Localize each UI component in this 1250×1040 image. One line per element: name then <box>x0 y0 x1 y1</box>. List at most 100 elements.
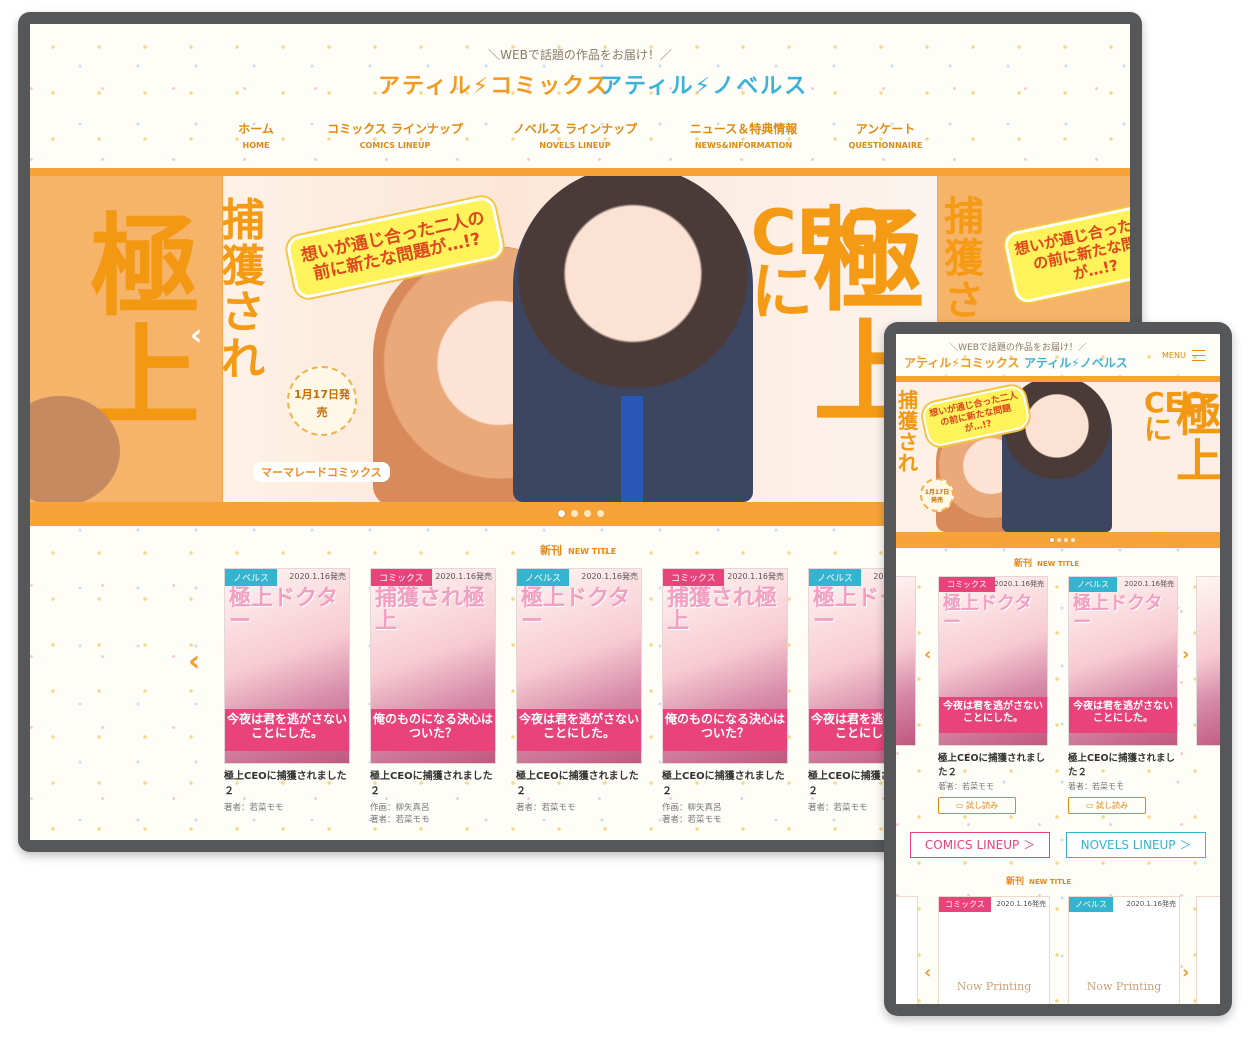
book-cover[interactable]: ノベルス 2020.1.16発売極上ドクター今夜は君を逃がさないことにした。 <box>516 568 642 764</box>
mobile-books-prev-arrow[interactable]: ‹ <box>924 644 931 665</box>
book-tag: ノベルス <box>1069 897 1113 912</box>
placeholder-card-partial[interactable] <box>1196 896 1220 1004</box>
hero-title-c: 捕獲され <box>223 195 265 385</box>
book-cover-band: 俺のものになる決心はついた？ <box>371 709 495 751</box>
mobile-books2-next-arrow[interactable]: › <box>1182 962 1189 983</box>
mobile-hero-title-a: 極上 <box>1176 388 1220 488</box>
book-author: 作画：柳矢真呂 <box>662 803 722 813</box>
book-card-partial[interactable] <box>896 576 916 746</box>
mobile-logo-novels[interactable]: アティル⚡ノベルス <box>1024 354 1128 371</box>
book-card[interactable]: コミックス 2020.1.16発売 極上ドクター 今夜は君を逃がさないことにした。 極上… <box>938 576 1048 814</box>
mobile-hero-pagination[interactable] <box>1050 538 1075 542</box>
trial-read-button[interactable]: ▭ 試し読み <box>1068 796 1146 814</box>
book-date: 2020.1.16発売 <box>1126 900 1176 908</box>
mobile-books2-prev-arrow[interactable]: ‹ <box>924 962 931 983</box>
book-title[interactable]: 極上CEOに捕獲されました２ <box>370 770 496 799</box>
book-date: 2020.1.16発売 <box>581 572 638 581</box>
book-card[interactable]: コミックス 2020.1.16発売 捕獲され極上 俺のものになる決心はついた？ 極上CE… <box>370 568 496 827</box>
hero-dot[interactable] <box>1050 538 1054 542</box>
hero-pagination[interactable] <box>558 510 604 517</box>
book-cover[interactable]: コミックス 2020.1.16発売 捕獲され極上 俺のものになる決心はついた？ <box>370 568 496 764</box>
mobile-hero-release-stamp: 1月17日発売 <box>920 478 954 512</box>
book-cover-title: 極上ドクター <box>943 593 1033 633</box>
hero-dot[interactable] <box>1064 538 1068 542</box>
book-cover-title: 捕獲され極上 <box>375 586 486 635</box>
book-icon: ▭ <box>1085 800 1097 810</box>
mobile-hero-carousel[interactable]: 想いが通じ合った二人の前に新たな問題が…!? 捕獲され CEOに 極上 1月17… <box>896 376 1220 548</box>
site-tagline: ＼WEBで話題の作品をお届け！／ <box>488 48 672 62</box>
book-title[interactable]: 極上CEOに捕獲されました２ <box>938 752 1048 780</box>
nav-questionnaire[interactable]: アンケート QUESTIONNAIRE <box>838 120 933 150</box>
trial-read-button[interactable]: ▭ 試し読み <box>938 796 1016 814</box>
book-cover-band: 今夜は君を逃がさないことにした。 <box>517 709 641 751</box>
hero-tie <box>621 396 643 502</box>
nav-novels-lineup[interactable]: ノベルス ラインナップ NOVELS LINEUP <box>500 120 650 150</box>
nav-sublabel: NOVELS LINEUP <box>539 141 611 150</box>
book-title[interactable]: 極上CEOに捕獲されました２ <box>516 770 642 799</box>
book-cover[interactable] <box>1196 576 1220 746</box>
nav-sublabel: QUESTIONNAIRE <box>848 141 923 150</box>
logo-comics[interactable]: アティル⚡コミックス <box>378 68 609 100</box>
nav-label: コミックス ラインナップ <box>327 122 463 136</box>
hero-release-stamp: 1月17日発売 <box>287 366 357 436</box>
hero-next-catchcopy: 想いが通じ合った二人の前に新たな問題が…!? <box>1002 199 1130 305</box>
book-cover[interactable]: ノベルス 2020.1.16発売極上ドクター今夜は君を逃がさないことにした。 <box>1068 576 1178 746</box>
mobile-logo-comics[interactable]: アティル⚡コミックス <box>904 354 1019 371</box>
hero-dot[interactable] <box>597 510 604 517</box>
placeholder-card[interactable]: ノベルス 2020.1.16発売 Now Printing <box>1068 896 1180 1004</box>
book-card[interactable]: ノベルス 2020.1.16発売極上ドクター今夜は君を逃がさないことにした。極上C… <box>224 568 350 815</box>
new-title-heading: 新刊 NEW TITLE <box>540 542 616 558</box>
nav-sublabel: HOME <box>242 141 270 150</box>
book-cover[interactable]: ノベルス 2020.1.16発売極上ドクター今夜は君を逃がさないことにした。 <box>224 568 350 764</box>
book-tag: ノベルス <box>1069 577 1117 592</box>
book-tag: ノベルス <box>517 569 570 586</box>
logo-novels[interactable]: アティル⚡ノベルス <box>600 68 808 100</box>
book-title[interactable]: 極上CEOに捕獲されました２ <box>224 770 350 799</box>
book-tag: コミックス <box>371 569 432 586</box>
hero-dot[interactable] <box>571 510 578 517</box>
placeholder-card-partial[interactable] <box>896 896 918 1004</box>
placeholder-card[interactable]: コミックス 2020.1.16発売 Now Printing <box>938 896 1050 1004</box>
book-title[interactable]: 極上CEOに捕獲されました２ <box>1068 752 1178 780</box>
nav-label: ノベルス ラインナップ <box>512 122 638 136</box>
book-card[interactable]: ノベルス 2020.1.16発売極上ドクター今夜は君を逃がさないことにした。極上C… <box>516 568 642 815</box>
novels-lineup-button[interactable]: NOVELS LINEUP ＞ <box>1066 832 1206 858</box>
book-card-partial[interactable] <box>1196 576 1220 746</box>
hero-prev-arrow[interactable]: ‹ <box>190 318 202 353</box>
book-cover[interactable]: コミックス 2020.1.16発売 極上ドクター 今夜は君を逃がさないことにした。 <box>938 576 1048 746</box>
hero-dot[interactable] <box>558 510 565 517</box>
mobile-hero-title-b: CEOに <box>1144 386 1208 446</box>
hero-dot[interactable] <box>1071 538 1075 542</box>
book-cover-title: 極上ドクター <box>1073 593 1163 633</box>
book-title[interactable]: 極上CEOに捕獲されました２ <box>662 770 788 799</box>
book-tag: コミックス <box>663 569 724 586</box>
mobile-new-title-heading: 新刊 NEW TITLE <box>1014 556 1079 569</box>
book-tag: ノベルス <box>225 569 278 586</box>
book-date: 2020.1.16発売 <box>996 900 1046 908</box>
comics-lineup-button[interactable]: COMICS LINEUP ＞ <box>910 832 1050 858</box>
book-cover[interactable] <box>896 576 916 746</box>
hero-prev-title: 極上 <box>90 203 200 441</box>
book-cover[interactable]: コミックス 2020.1.16発売 捕獲され極上 俺のものになる決心はついた？ <box>662 568 788 764</box>
nav-label: ニュース＆特典情報 <box>689 122 798 136</box>
nav-news[interactable]: ニュース＆特典情報 NEWS&INFORMATION <box>676 120 811 150</box>
hamburger-icon <box>1192 350 1206 361</box>
nav-home[interactable]: ホーム HOME <box>226 120 286 150</box>
trial-read-label: 試し読み <box>966 800 999 810</box>
books-prev-arrow[interactable]: ‹ <box>188 644 200 679</box>
book-cover-band: 今夜は君を逃がさないことにした。 <box>939 697 1047 733</box>
nav-sublabel: NEWS&INFORMATION <box>694 141 793 150</box>
book-cover-band: 今夜は君を逃がさないことにした。 <box>1069 697 1177 733</box>
nav-label: アンケート <box>855 122 916 136</box>
book-card[interactable]: ノベルス 2020.1.16発売極上ドクター今夜は君を逃がさないことにした。極上C… <box>1068 576 1178 814</box>
book-cover-title: 極上ドクター <box>521 586 631 635</box>
hero-dot[interactable] <box>1057 538 1061 542</box>
nav-sublabel: COMICS LINEUP <box>359 141 431 150</box>
hero-dot[interactable] <box>584 510 591 517</box>
book-author: 著者：若菜モモ <box>938 781 994 791</box>
menu-button[interactable]: MENU <box>1162 350 1206 361</box>
book-card[interactable]: コミックス 2020.1.16発売 捕獲され極上 俺のものになる決心はついた？ 極上CE… <box>662 568 788 827</box>
book-author: 著者：若菜モモ <box>224 803 284 813</box>
mobile-books-next-arrow[interactable]: › <box>1182 644 1189 665</box>
nav-comics-lineup[interactable]: コミックス ラインナップ COMICS LINEUP <box>320 120 470 150</box>
